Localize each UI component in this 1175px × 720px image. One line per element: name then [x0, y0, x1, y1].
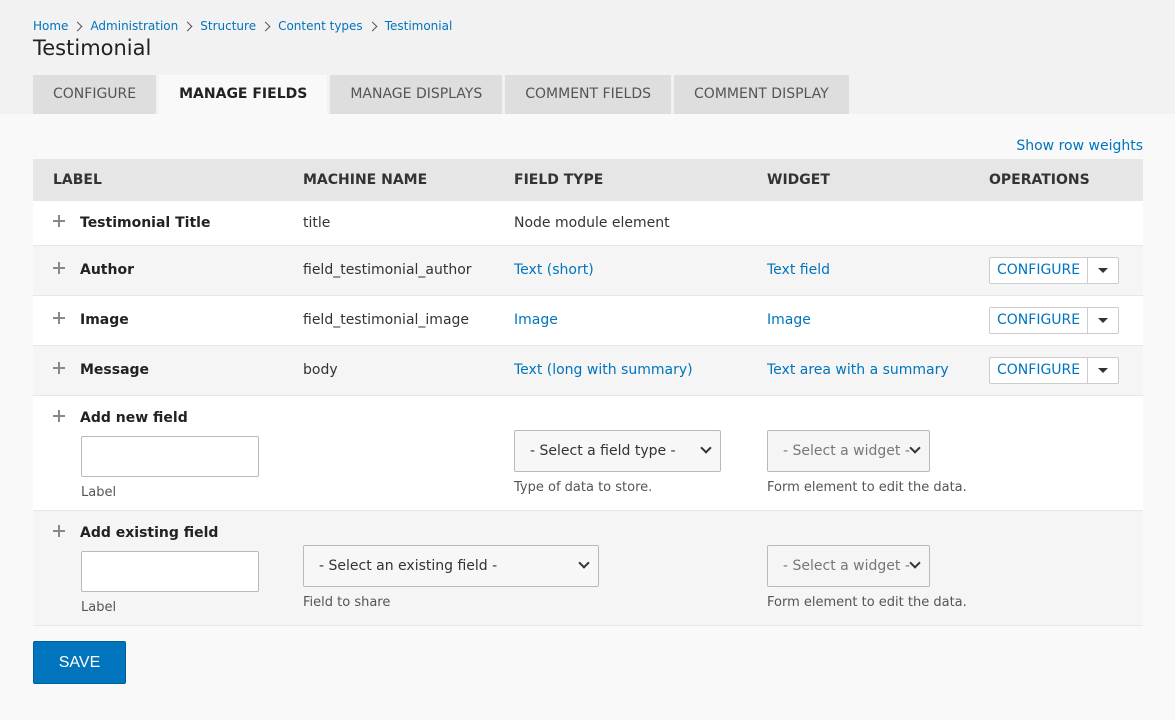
- empty-cell: [283, 395, 494, 511]
- widget-link[interactable]: Text area with a summary: [767, 362, 949, 378]
- show-row-weights-link[interactable]: Show row weights: [1016, 138, 1143, 154]
- chevron-right-icon: [182, 21, 193, 32]
- header-field-type: Field type: [494, 159, 747, 201]
- chevron-right-icon: [367, 21, 378, 32]
- header-label: Label: [33, 159, 283, 201]
- select-value: - Select an existing field -: [319, 557, 498, 574]
- widget-select[interactable]: - Select a widget -: [767, 544, 930, 587]
- field-type-link[interactable]: Image: [514, 312, 558, 328]
- configure-button[interactable]: Configure: [990, 257, 1089, 283]
- widget: [747, 201, 969, 246]
- widget-help: Form element to edit the data.: [767, 479, 967, 495]
- dropdown-toggle[interactable]: [1088, 308, 1118, 333]
- tab-configure[interactable]: Configure: [33, 75, 157, 114]
- widget-help: Form element to edit the data.: [767, 594, 967, 610]
- existing-field-select[interactable]: - Select an existing field -: [303, 544, 599, 587]
- operations: [969, 201, 1143, 246]
- field-label: Testimonial Title: [80, 214, 211, 231]
- select-value: - Select a field type -: [530, 442, 676, 459]
- save-button[interactable]: Save: [33, 641, 126, 684]
- new-field-label-input[interactable]: [81, 435, 259, 477]
- table-row: Testimonial Title title Node module elem…: [33, 201, 1143, 246]
- type-help: Type of data to store.: [514, 479, 653, 495]
- existing-help: Field to share: [303, 594, 391, 610]
- field-type: Node module element: [494, 201, 747, 246]
- machine-name: title: [283, 201, 494, 246]
- tab-comment-display[interactable]: Comment display: [674, 75, 849, 114]
- table-row: Author field_testimonial_author Text (sh…: [33, 245, 1143, 296]
- drag-handle-icon[interactable]: [52, 261, 66, 275]
- breadcrumb-structure[interactable]: Structure: [200, 19, 256, 33]
- breadcrumb: Home Administration Structure Content ty…: [33, 19, 452, 33]
- operations-dropbutton: Configure: [989, 356, 1120, 384]
- tab-comment-fields[interactable]: Comment fields: [505, 75, 672, 114]
- header-operations: Operations: [969, 159, 1143, 201]
- add-new-field-title: Add new field: [80, 409, 188, 426]
- label-help: Label: [81, 484, 117, 500]
- add-new-field-row: Add new field Label - Select a field typ…: [33, 395, 1143, 511]
- widget-link[interactable]: Image: [767, 312, 811, 328]
- drag-handle-icon[interactable]: [52, 524, 66, 538]
- configure-button[interactable]: Configure: [990, 357, 1089, 383]
- table-row: Message body Text (long with summary) Te…: [33, 345, 1143, 396]
- dropdown-toggle[interactable]: [1088, 258, 1118, 283]
- fields-table: Label Machine name Field type Widget Ope…: [33, 159, 1143, 626]
- existing-field-label-input[interactable]: [81, 550, 259, 592]
- breadcrumb-administration[interactable]: Administration: [90, 19, 178, 33]
- chevron-right-icon: [260, 21, 271, 32]
- table-row: Image field_testimonial_image Image Imag…: [33, 295, 1143, 346]
- breadcrumb-home[interactable]: Home: [33, 19, 68, 33]
- field-label: Author: [80, 262, 134, 278]
- chevron-down-icon: [578, 556, 590, 569]
- operations-dropbutton: Configure: [989, 256, 1120, 284]
- primary-tabs: Configure Manage fields Manage displays …: [33, 75, 852, 114]
- machine-name: field_testimonial_author: [283, 245, 494, 296]
- tab-manage-fields[interactable]: Manage fields: [159, 75, 328, 114]
- table-header-row: Label Machine name Field type Widget Ope…: [33, 159, 1143, 201]
- label-help: Label: [81, 599, 117, 615]
- field-type-select[interactable]: - Select a field type -: [514, 429, 721, 472]
- chevron-right-icon: [72, 21, 83, 32]
- field-label: Image: [80, 312, 129, 328]
- chevron-down-icon: [909, 556, 921, 569]
- configure-button[interactable]: Configure: [990, 307, 1089, 333]
- page-title: Testimonial: [33, 36, 152, 60]
- add-existing-field-row: Add existing field Label - Select an exi…: [33, 510, 1143, 626]
- widget-link[interactable]: Text field: [767, 262, 830, 278]
- drag-handle-icon[interactable]: [52, 361, 66, 375]
- drag-handle-icon[interactable]: [52, 311, 66, 325]
- add-existing-field-title: Add existing field: [80, 524, 219, 541]
- header-machine-name: Machine name: [283, 159, 494, 201]
- drag-handle-icon[interactable]: [52, 214, 66, 228]
- select-value: - Select a widget -: [783, 442, 910, 459]
- caret-down-icon: [1098, 317, 1109, 323]
- operations-dropbutton: Configure: [989, 306, 1120, 334]
- breadcrumb-testimonial[interactable]: Testimonial: [385, 19, 453, 33]
- caret-down-icon: [1098, 367, 1109, 373]
- field-type-link[interactable]: Text (long with summary): [514, 362, 693, 378]
- drag-handle-icon[interactable]: [52, 409, 66, 423]
- header-widget: Widget: [747, 159, 969, 201]
- caret-down-icon: [1098, 267, 1109, 273]
- page-header: Home Administration Structure Content ty…: [0, 0, 1175, 114]
- chevron-down-icon: [700, 441, 712, 454]
- tab-manage-displays[interactable]: Manage displays: [330, 75, 503, 114]
- field-type-link[interactable]: Text (short): [514, 262, 594, 278]
- select-value: - Select a widget -: [783, 557, 910, 574]
- machine-name: body: [283, 345, 494, 396]
- chevron-down-icon: [909, 441, 921, 454]
- field-label: Message: [80, 362, 150, 378]
- machine-name: field_testimonial_image: [283, 295, 494, 346]
- dropdown-toggle[interactable]: [1088, 358, 1118, 383]
- breadcrumb-content-types[interactable]: Content types: [278, 19, 363, 33]
- widget-select[interactable]: - Select a widget -: [767, 429, 930, 472]
